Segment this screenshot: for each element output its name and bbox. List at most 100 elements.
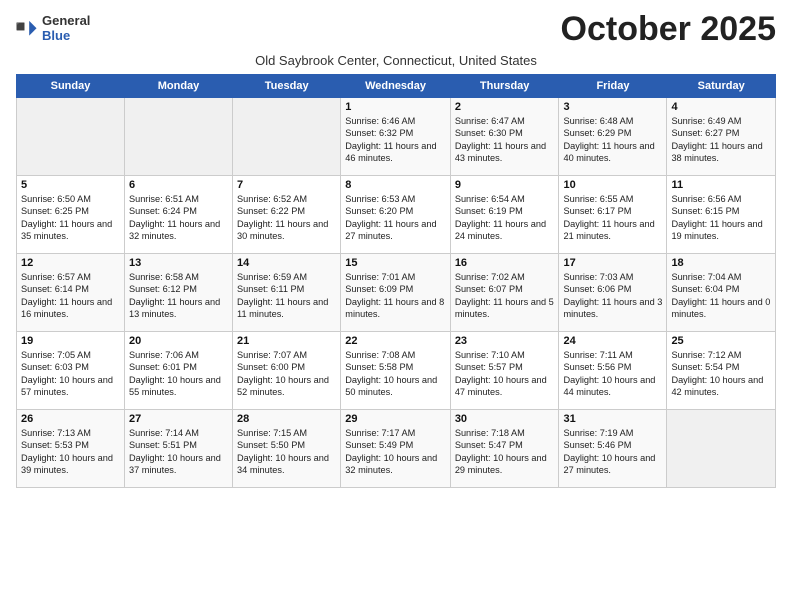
day-number: 9 [455,179,555,191]
day-number: 27 [129,413,228,425]
day-number: 16 [455,257,555,269]
day-info: Sunrise: 6:51 AMSunset: 6:24 PMDaylight:… [129,193,228,243]
day-header-friday: Friday [559,75,667,98]
logo-general-text: General [42,14,90,29]
calendar-cell: 10 Sunrise: 6:55 AMSunset: 6:17 PMDayligh… [559,176,667,254]
calendar-cell: 14 Sunrise: 6:59 AMSunset: 6:11 PMDayligh… [233,254,341,332]
calendar-cell: 6 Sunrise: 6:51 AMSunset: 6:24 PMDaylight… [124,176,232,254]
calendar-cell: 8 Sunrise: 6:53 AMSunset: 6:20 PMDaylight… [341,176,451,254]
day-number: 23 [455,335,555,347]
day-info: Sunrise: 7:07 AMSunset: 6:00 PMDaylight:… [237,349,336,399]
day-info: Sunrise: 7:05 AMSunset: 6:03 PMDaylight:… [21,349,120,399]
calendar-cell: 13 Sunrise: 6:58 AMSunset: 6:12 PMDayligh… [124,254,232,332]
day-number: 12 [21,257,120,269]
day-info: Sunrise: 7:17 AMSunset: 5:49 PMDaylight:… [345,427,446,477]
calendar-cell: 3 Sunrise: 6:48 AMSunset: 6:29 PMDaylight… [559,98,667,176]
calendar-cell: 21 Sunrise: 7:07 AMSunset: 6:00 PMDayligh… [233,332,341,410]
calendar-cell: 23 Sunrise: 7:10 AMSunset: 5:57 PMDayligh… [450,332,559,410]
day-info: Sunrise: 6:52 AMSunset: 6:22 PMDaylight:… [237,193,336,243]
day-number: 2 [455,101,555,113]
calendar-cell: 11Sunrise: 6:56 AMSunset: 6:15 PMDayligh… [667,176,776,254]
calendar-cell: 30Sunrise: 7:18 AMSunset: 5:47 PMDayligh… [450,410,559,488]
calendar-cell: 9 Sunrise: 6:54 AMSunset: 6:19 PMDaylight… [450,176,559,254]
day-info: Sunrise: 6:57 AMSunset: 6:14 PMDaylight:… [21,271,120,321]
calendar-cell: 20Sunrise: 7:06 AMSunset: 6:01 PMDayligh… [124,332,232,410]
day-number: 17 [563,257,662,269]
calendar-cell: 4 Sunrise: 6:49 AMSunset: 6:27 PMDaylight… [667,98,776,176]
calendar-cell: 12 Sunrise: 6:57 AMSunset: 6:14 PMDayligh… [17,254,125,332]
calendar-cell: 18 Sunrise: 7:04 AMSunset: 6:04 PMDayligh… [667,254,776,332]
day-info: Sunrise: 7:19 AMSunset: 5:46 PMDaylight:… [563,427,662,477]
day-number: 6 [129,179,228,191]
day-number: 10 [563,179,662,191]
day-header-monday: Monday [124,75,232,98]
day-number: 13 [129,257,228,269]
day-info: Sunrise: 7:10 AMSunset: 5:57 PMDaylight:… [455,349,555,399]
day-info: Sunrise: 7:02 AMSunset: 6:07 PMDaylight:… [455,271,555,321]
day-number: 22 [345,335,446,347]
day-header-wednesday: Wednesday [341,75,451,98]
day-info: Sunrise: 7:08 AMSunset: 5:58 PMDaylight:… [345,349,446,399]
day-info: Sunrise: 6:50 AMSunset: 6:25 PMDaylight:… [21,193,120,243]
day-info: Sunrise: 7:13 AMSunset: 5:53 PMDaylight:… [21,427,120,477]
day-number: 18 [671,257,771,269]
day-number: 5 [21,179,120,191]
calendar-cell: 24 Sunrise: 7:11 AMSunset: 5:56 PMDayligh… [559,332,667,410]
day-header-thursday: Thursday [450,75,559,98]
day-info: Sunrise: 7:03 AMSunset: 6:06 PMDaylight:… [563,271,662,321]
calendar-cell: 22 Sunrise: 7:08 AMSunset: 5:58 PMDayligh… [341,332,451,410]
logo-icon: ⬛ [16,18,38,40]
day-number: 7 [237,179,336,191]
calendar-table: SundayMondayTuesdayWednesdayThursdayFrid… [16,74,776,488]
day-number: 21 [237,335,336,347]
subtitle: Old Saybrook Center, Connecticut, United… [16,53,776,68]
day-info: Sunrise: 7:12 AMSunset: 5:54 PMDaylight:… [671,349,771,399]
day-info: Sunrise: 6:48 AMSunset: 6:29 PMDaylight:… [563,115,662,165]
month-title: October 2025 [561,10,776,49]
day-number: 29 [345,413,446,425]
day-header-saturday: Saturday [667,75,776,98]
day-number: 24 [563,335,662,347]
day-number: 8 [345,179,446,191]
day-info: Sunrise: 6:58 AMSunset: 6:12 PMDaylight:… [129,271,228,321]
calendar-cell: 1 Sunrise: 6:46 AMSunset: 6:32 PMDaylight… [341,98,451,176]
calendar-cell: 27Sunrise: 7:14 AMSunset: 5:51 PMDayligh… [124,410,232,488]
day-number: 4 [671,101,771,113]
day-info: Sunrise: 7:11 AMSunset: 5:56 PMDaylight:… [563,349,662,399]
day-number: 14 [237,257,336,269]
calendar-cell: 29 Sunrise: 7:17 AMSunset: 5:49 PMDayligh… [341,410,451,488]
calendar-cell: 16 Sunrise: 7:02 AMSunset: 6:07 PMDayligh… [450,254,559,332]
day-number: 25 [671,335,771,347]
day-number: 1 [345,101,446,113]
calendar-cell: 15Sunrise: 7:01 AMSunset: 6:09 PMDayligh… [341,254,451,332]
day-info: Sunrise: 6:46 AMSunset: 6:32 PMDaylight:… [345,115,446,165]
day-info: Sunrise: 6:59 AMSunset: 6:11 PMDaylight:… [237,271,336,321]
day-number: 28 [237,413,336,425]
day-number: 15 [345,257,446,269]
calendar-cell [667,410,776,488]
day-info: Sunrise: 6:56 AMSunset: 6:15 PMDaylight:… [671,193,771,243]
day-header-sunday: Sunday [17,75,125,98]
day-info: Sunrise: 6:47 AMSunset: 6:30 PMDaylight:… [455,115,555,165]
calendar-cell: 2 Sunrise: 6:47 AMSunset: 6:30 PMDaylight… [450,98,559,176]
logo: ⬛ General Blue [16,14,90,44]
calendar-cell: 26Sunrise: 7:13 AMSunset: 5:53 PMDayligh… [17,410,125,488]
calendar-cell [17,98,125,176]
day-info: Sunrise: 6:55 AMSunset: 6:17 PMDaylight:… [563,193,662,243]
day-info: Sunrise: 6:53 AMSunset: 6:20 PMDaylight:… [345,193,446,243]
day-number: 31 [563,413,662,425]
calendar-cell: 31 Sunrise: 7:19 AMSunset: 5:46 PMDayligh… [559,410,667,488]
calendar-cell: 25 Sunrise: 7:12 AMSunset: 5:54 PMDayligh… [667,332,776,410]
calendar-cell: 28 Sunrise: 7:15 AMSunset: 5:50 PMDayligh… [233,410,341,488]
day-number: 3 [563,101,662,113]
calendar-cell: 19 Sunrise: 7:05 AMSunset: 6:03 PMDayligh… [17,332,125,410]
logo-blue-text: Blue [42,29,90,44]
day-info: Sunrise: 6:54 AMSunset: 6:19 PMDaylight:… [455,193,555,243]
day-info: Sunrise: 6:49 AMSunset: 6:27 PMDaylight:… [671,115,771,165]
svg-text:⬛: ⬛ [16,22,25,31]
day-info: Sunrise: 7:04 AMSunset: 6:04 PMDaylight:… [671,271,771,321]
day-info: Sunrise: 7:15 AMSunset: 5:50 PMDaylight:… [237,427,336,477]
day-number: 19 [21,335,120,347]
calendar-cell: 5 Sunrise: 6:50 AMSunset: 6:25 PMDaylight… [17,176,125,254]
day-info: Sunrise: 7:18 AMSunset: 5:47 PMDaylight:… [455,427,555,477]
